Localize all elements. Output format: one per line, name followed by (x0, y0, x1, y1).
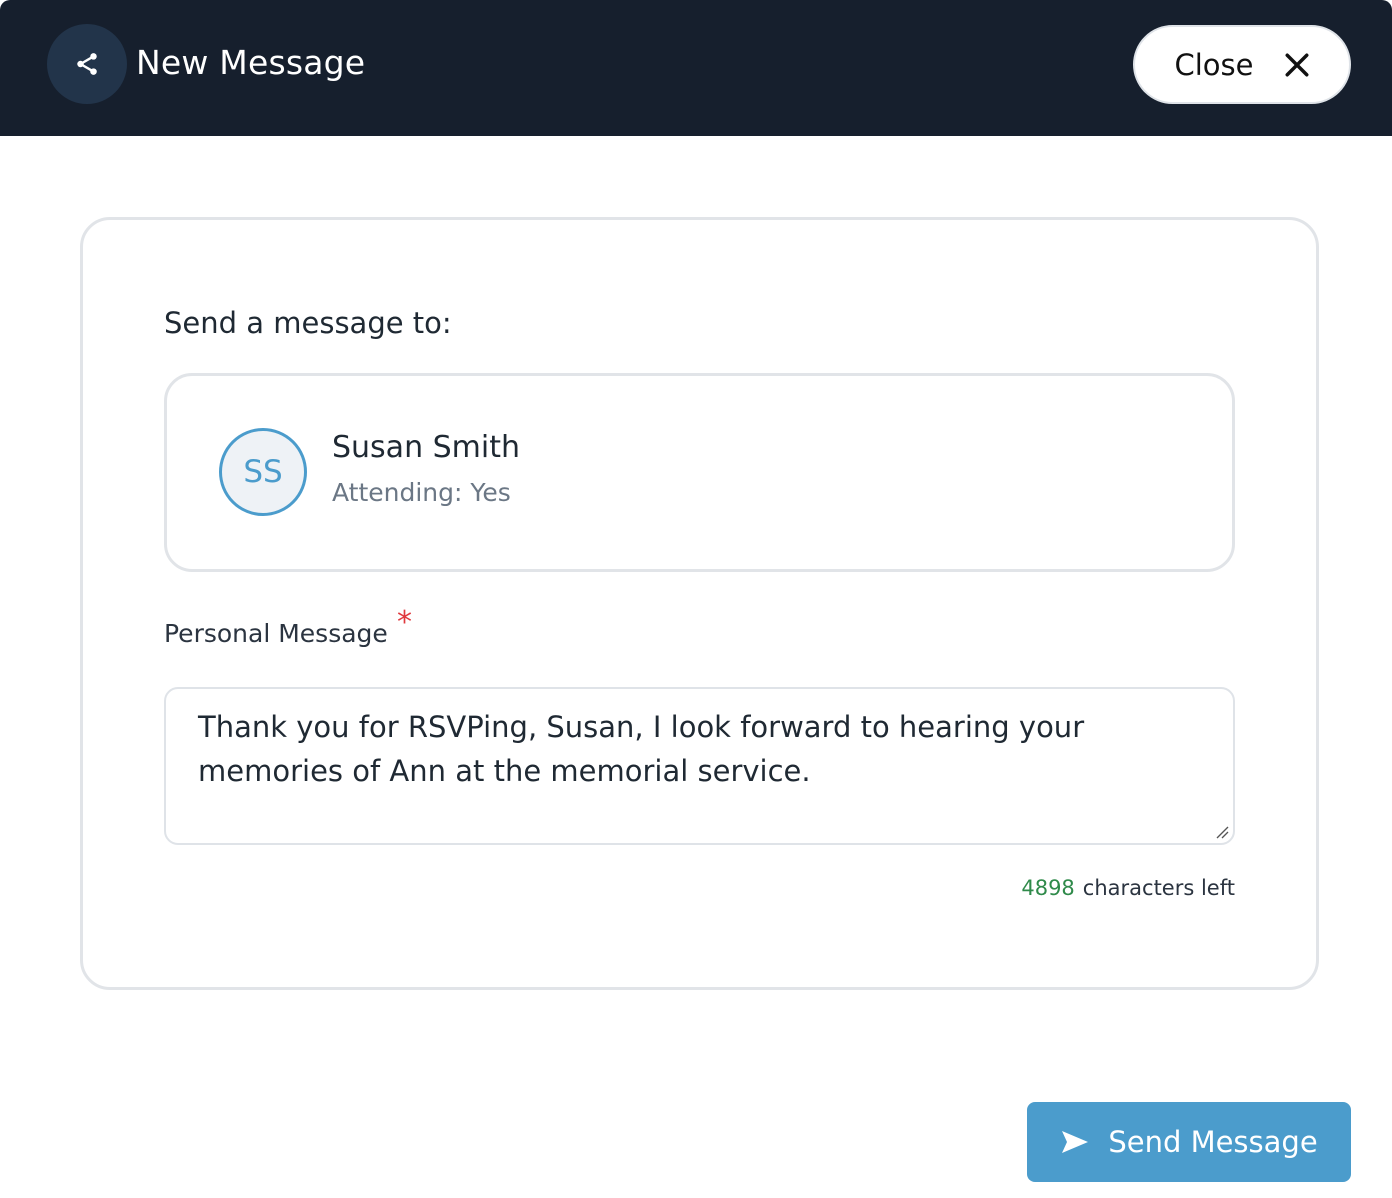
modal-title: New Message (136, 43, 366, 82)
share-icon (77, 53, 97, 75)
avatar: SS (219, 428, 307, 516)
send-to-label: Send a message to: (164, 306, 452, 340)
personal-message-textarea[interactable]: Thank you for RSVPing, Susan, I look for… (164, 687, 1235, 845)
close-button-label: Close (1174, 47, 1254, 82)
characters-left-count: 4898 (1021, 876, 1075, 900)
send-message-button[interactable]: Send Message (1027, 1102, 1351, 1182)
recipient-card (164, 373, 1235, 572)
personal-message-text: Thank you for RSVPing, Susan, I look for… (198, 710, 1085, 788)
recipient-name: Susan Smith (332, 430, 520, 465)
modal-header: New Message Close (0, 0, 1392, 136)
share-button[interactable] (47, 24, 127, 104)
close-button[interactable]: Close (1133, 25, 1351, 104)
send-icon (1062, 1131, 1089, 1153)
personal-message-label: Personal Message (164, 619, 388, 648)
recipient-status: Attending: Yes (332, 478, 511, 507)
send-message-label: Send Message (1108, 1125, 1318, 1159)
close-icon (1285, 53, 1308, 76)
character-counter: 4898 characters left (1021, 873, 1235, 903)
resize-handle-icon[interactable] (1215, 825, 1229, 839)
characters-left-label: characters left (1082, 876, 1235, 900)
avatar-initials: SS (243, 454, 283, 490)
required-marker: * (397, 605, 412, 640)
